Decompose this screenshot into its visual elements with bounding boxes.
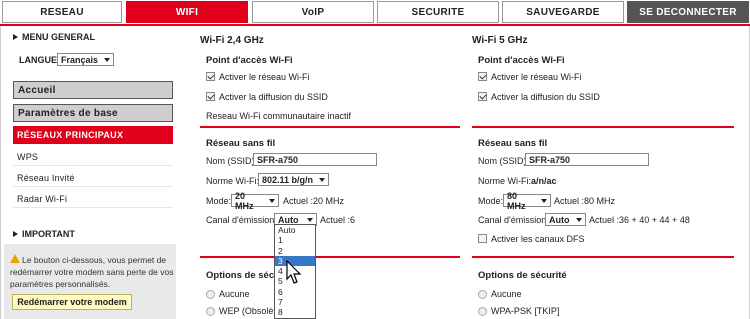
langue-select[interactable]: Français [57,53,114,66]
wifi24-norme-select[interactable]: 802.11 b/g/n [258,173,329,186]
wifi5-ssid-input[interactable]: SFR-a750 [525,153,649,166]
restart-modem-button[interactable]: Redémarrer votre modem [12,294,132,310]
sidebar-item-accueil[interactable]: Accueil [13,81,173,99]
wifi24-divider-2 [200,256,460,258]
wifi5-point-acces-heading: Point d'accès Wi-Fi [478,55,565,66]
wifi5-canal-label: Canal d'émission: [478,215,549,225]
wifi5-norme-value: a/n/ac [531,176,557,186]
sidebar-item-radar-wifi[interactable]: Radar Wi-Fi [13,190,173,208]
wifi24-ssid-value: SFR-a750 [257,154,299,165]
wifi5-canal-value: Auto [549,214,570,225]
top-nav: RESEAU WIFI VoIP SECURITE SAUVEGARDE SE … [0,0,750,24]
wifi24-title: Wi-Fi 2,4 GHz [200,35,264,46]
wifi24-aucune-label: Aucune [219,289,250,299]
wifi24-mode-select[interactable]: 20 MHz [231,191,279,211]
wifi24-divider [200,126,460,128]
wifi5-activer-ssid-checkbox[interactable] [478,92,487,101]
canal-option[interactable]: 1 [275,235,315,245]
wifi5-activer-reseau-label: Activer le réseau Wi-Fi [491,72,582,82]
wifi24-ssid-input[interactable]: SFR-a750 [253,153,377,166]
wifi24-mode-value: 20 MHz [235,190,254,211]
wifi5-dfs-checkbox[interactable] [478,234,487,243]
wifi5-activer-ssid-label: Activer la diffusion du SSID [491,92,600,102]
wifi5-options-securite-heading: Options de sécurité [478,270,567,281]
important-note-content: Le bouton ci-dessous, vous permet de red… [10,255,174,289]
wifi5-canal-select[interactable]: Auto [545,213,586,226]
canal-option[interactable]: 6 [275,287,315,297]
wifi5-nom-label: Nom (SSID): [478,156,530,166]
tab-wifi[interactable]: WIFI [126,1,248,23]
wifi5-canal-actuel: Actuel :36 + 40 + 44 + 48 [589,215,690,225]
triangle-right-icon [13,231,18,237]
sidebar-item-reseaux-principaux[interactable]: RÉSEAUX PRINCIPAUX [13,126,173,144]
chevron-down-icon [319,177,325,182]
wifi24-mode-actuel: Actuel :20 MHz [283,196,345,206]
chevron-down-icon [576,217,582,222]
wifi5-reseau-sans-fil-heading: Réseau sans fil [478,138,548,149]
wifi24-activer-reseau-label: Activer le réseau Wi-Fi [219,72,310,82]
wifi24-canal-label: Canal d'émission: [206,215,277,225]
canal-option[interactable]: 8 [275,307,315,317]
important-label: IMPORTANT [22,229,75,239]
wifi24-mode-label: Mode: [206,196,232,206]
sidebar-item-parametres-de-base[interactable]: Paramètres de base [13,104,173,122]
wifi24-norme-value: 802.11 b/g/n [262,174,314,185]
langue-label: LANGUE [19,55,57,65]
wifi24-activer-reseau-checkbox[interactable] [206,72,215,81]
wifi5-divider [472,126,734,128]
wifi5-mode-actuel: Actuel :80 MHz [554,196,616,206]
mouse-pointer-icon [286,260,302,284]
wifi24-canal-value: Auto [278,214,299,225]
wifi24-wep-radio[interactable] [206,307,215,316]
wifi5-title: Wi-Fi 5 GHz [472,35,528,46]
wifi5-aucune-label: Aucune [491,289,522,299]
wifi24-activer-ssid-checkbox[interactable] [206,92,215,101]
wifi24-canal-actuel: Actuel :6 [320,215,356,225]
canal-option[interactable]: 2 [275,246,315,256]
wifi24-point-acces-heading: Point d'accès Wi-Fi [206,55,293,66]
wifi5-wpa-label: WPA-PSK [TKIP] [491,306,560,316]
langue-select-value: Français [61,54,99,65]
important-note-text: Le bouton ci-dessous, vous permet de red… [10,254,174,290]
wifi5-mode-value: 80 MHz [507,190,526,211]
important-heading: IMPORTANT [13,229,75,239]
wifi5-wpa-radio[interactable] [478,307,487,316]
chevron-down-icon [307,217,313,222]
menu-general-label: MENU GENERAL [22,32,96,42]
canal-option[interactable]: 7 [275,297,315,307]
wifi5-activer-reseau-checkbox[interactable] [478,72,487,81]
tab-se-deconnecter[interactable]: SE DECONNECTER [627,1,749,23]
sidebar-item-reseau-invite[interactable]: Réseau Invité [13,169,173,187]
tab-voip[interactable]: VoIP [252,1,374,23]
wifi5-divider-2 [472,256,734,258]
wifi24-communautaire-text: Reseau Wi-Fi communautaire inactif [206,111,352,121]
chevron-down-icon [541,198,547,203]
wifi5-dfs-label: Activer les canaux DFS [491,234,585,244]
wifi24-nom-label: Nom (SSID): [206,156,258,166]
wifi24-activer-ssid-label: Activer la diffusion du SSID [219,92,328,102]
wifi24-norme-label: Norme Wi-Fi: [206,176,259,186]
wifi24-reseau-sans-fil-heading: Réseau sans fil [206,138,276,149]
canal-option[interactable]: Auto [275,225,315,235]
tab-securite[interactable]: SECURITE [377,1,499,23]
wifi5-ssid-value: SFR-a750 [529,154,571,165]
tab-reseau[interactable]: RESEAU [2,1,122,23]
triangle-right-icon [13,34,18,40]
wifi5-aucune-radio[interactable] [478,290,487,299]
chevron-down-icon [104,57,110,62]
sidebar-item-wps[interactable]: WPS [13,148,173,166]
wifi5-mode-label: Mode: [478,196,504,206]
wifi5-norme-label: Norme Wi-Fi: [478,176,531,186]
wifi5-mode-select[interactable]: 80 MHz [503,191,551,211]
tab-sauvegarde[interactable]: SAUVEGARDE [502,1,624,23]
wifi24-aucune-radio[interactable] [206,290,215,299]
chevron-down-icon [269,198,275,203]
menu-general-heading: MENU GENERAL [13,32,95,42]
